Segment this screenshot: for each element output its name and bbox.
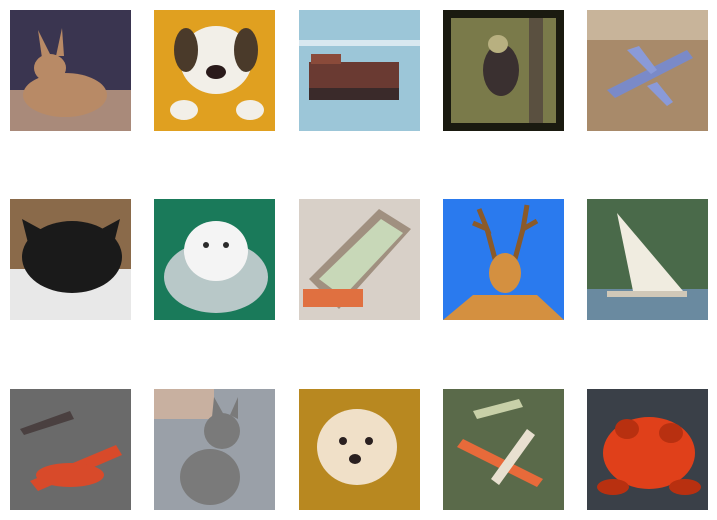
image-grid bbox=[0, 0, 717, 520]
airplane-image bbox=[443, 389, 564, 510]
ship-image bbox=[587, 199, 708, 320]
cat-image bbox=[154, 389, 275, 510]
tile-frog bbox=[587, 389, 708, 510]
dog-head bbox=[184, 221, 248, 281]
tile-airplane bbox=[10, 389, 131, 510]
tile-airplane bbox=[587, 10, 708, 131]
dog-paw bbox=[170, 100, 198, 120]
bird-image bbox=[443, 10, 564, 131]
dog-eye bbox=[203, 242, 209, 248]
tile-dog bbox=[299, 389, 420, 510]
horizon bbox=[299, 40, 420, 46]
tile-deer bbox=[443, 199, 564, 320]
tile-airplane bbox=[443, 389, 564, 510]
cat-head bbox=[204, 413, 240, 449]
tile-truck bbox=[299, 199, 420, 320]
truck-bumper bbox=[303, 289, 363, 307]
ship-hull bbox=[309, 62, 399, 92]
dog-eye bbox=[223, 242, 229, 248]
cat-image bbox=[10, 199, 131, 320]
dog-paw bbox=[236, 100, 264, 120]
dog-head bbox=[317, 409, 397, 485]
dog-image bbox=[299, 389, 420, 510]
tile-sky bbox=[587, 10, 708, 40]
tile-ship bbox=[299, 10, 420, 131]
ship-hull bbox=[607, 291, 687, 297]
plane-fuselage bbox=[36, 463, 104, 487]
frog-eye bbox=[615, 419, 639, 439]
tile-cat bbox=[10, 10, 131, 131]
airplane-image bbox=[10, 389, 131, 510]
tile-ship bbox=[587, 199, 708, 320]
deer-image bbox=[443, 199, 564, 320]
cat-image bbox=[10, 10, 131, 131]
frog-leg bbox=[597, 479, 629, 495]
deer-head bbox=[489, 253, 521, 293]
tile-bird bbox=[443, 10, 564, 131]
dog-image bbox=[154, 199, 275, 320]
tile-cat bbox=[154, 389, 275, 510]
dog-nose bbox=[206, 65, 226, 79]
dog-ear bbox=[234, 28, 258, 72]
ship-deck bbox=[311, 54, 341, 64]
dog-nose bbox=[349, 454, 361, 464]
tile-corner bbox=[154, 389, 214, 419]
tile-cat bbox=[10, 199, 131, 320]
dog-eye bbox=[365, 437, 373, 445]
tile-dog bbox=[154, 199, 275, 320]
cat-body bbox=[180, 449, 240, 505]
frog-eye bbox=[659, 423, 683, 443]
cat-head bbox=[34, 54, 66, 82]
ship-keel bbox=[309, 88, 399, 100]
frog-image bbox=[587, 389, 708, 510]
airplane-image bbox=[587, 10, 708, 131]
bird-head bbox=[488, 35, 508, 53]
ship-image bbox=[299, 10, 420, 131]
dog-image bbox=[154, 10, 275, 131]
tile-dog bbox=[154, 10, 275, 131]
dog-ear bbox=[174, 28, 198, 72]
frog-leg bbox=[669, 479, 701, 495]
tree-trunk bbox=[529, 18, 543, 123]
dog-eye bbox=[339, 437, 347, 445]
cat-body bbox=[23, 73, 107, 117]
truck-image bbox=[299, 199, 420, 320]
